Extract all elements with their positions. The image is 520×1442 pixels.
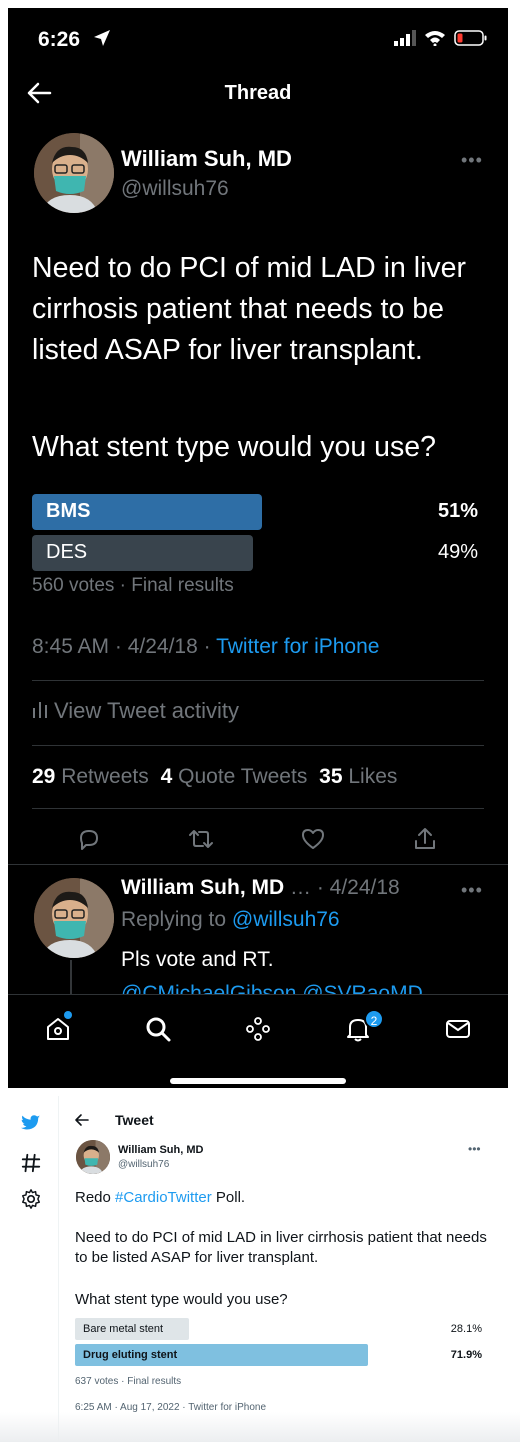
poll-option-label: Bare metal stent xyxy=(83,1323,164,1335)
reply-header: William Suh, MD … · 4/24/18 xyxy=(121,876,400,900)
likes-count: 35 xyxy=(319,765,343,788)
status-time: 6:26 xyxy=(38,28,81,51)
status-icons xyxy=(394,30,488,51)
notification-badge: 2 xyxy=(364,1009,384,1029)
more-options-icon[interactable]: ••• xyxy=(461,150,483,171)
poll-option: Bare metal stent 28.1% xyxy=(75,1318,482,1340)
divider xyxy=(32,745,484,746)
tweet-text: Need to do PCI of mid LAD in liver cirrh… xyxy=(32,252,467,366)
divider xyxy=(32,808,484,809)
divider xyxy=(8,864,508,865)
poll-option: DES 49% xyxy=(32,535,478,571)
reply-avatar[interactable] xyxy=(34,878,114,958)
poll-meta: 560 votes · Final results xyxy=(32,575,234,596)
replying-handle[interactable]: @willsuh76 xyxy=(232,908,340,931)
nav-bar: Thread xyxy=(8,72,508,116)
hashtag-icon[interactable] xyxy=(20,1152,42,1174)
page-title: Tweet xyxy=(115,1112,154,1128)
reply-date: … · 4/24/18 xyxy=(284,876,400,899)
author-name[interactable]: William Suh, MD xyxy=(118,1144,203,1156)
status-bar: 6:26 xyxy=(8,8,508,68)
hashtag-link[interactable]: #CardioTwitter xyxy=(115,1189,212,1206)
home-unread-dot xyxy=(64,1011,72,1019)
poll-option: Drug eluting stent 71.9% xyxy=(75,1344,482,1366)
quotes-count: 4 xyxy=(160,765,173,788)
page-title: Thread xyxy=(224,82,292,104)
tab-bar: 2 xyxy=(8,994,508,1088)
poll-option-percent: 28.1% xyxy=(450,1323,482,1335)
tweet-actions xyxy=(8,820,508,860)
poll-option: BMS 51% xyxy=(32,494,478,530)
cellular-signal-icon xyxy=(394,30,416,51)
intro-suffix: Poll. xyxy=(211,1189,246,1206)
activity-bars-icon xyxy=(32,698,48,724)
tweet-source-link[interactable]: Twitter for iPhone xyxy=(216,635,379,658)
author-handle[interactable]: @willsuh76 xyxy=(118,1159,169,1170)
home-icon[interactable] xyxy=(44,1015,72,1043)
tweet-intro: Redo #CardioTwitter Poll. xyxy=(75,1188,495,1208)
author-name[interactable]: William Suh, MD xyxy=(121,146,292,172)
thread-line xyxy=(70,960,72,994)
poll-option-label: BMS xyxy=(46,500,91,522)
timestamp-text: 8:45 AM · 4/24/18 · xyxy=(32,635,217,658)
share-icon[interactable] xyxy=(412,826,438,852)
intro-prefix: Redo xyxy=(75,1189,116,1206)
location-arrow-icon xyxy=(92,28,112,48)
poll-option-percent: 71.9% xyxy=(450,1349,482,1361)
reply-more-options-icon[interactable]: ••• xyxy=(461,880,483,901)
tweet-text: Need to do PCI of mid LAD in liver cirrh… xyxy=(75,1229,487,1266)
tweet-timestamp: 8:45 AM · 4/24/18 · Twitter for iPhone xyxy=(32,635,379,659)
home-indicator xyxy=(170,1078,346,1084)
reply-author-name[interactable]: William Suh, MD xyxy=(121,876,284,899)
reply-mentions[interactable]: @CMichaelGibson @SVRaoMD xyxy=(121,980,423,994)
reply-icon[interactable] xyxy=(76,826,102,852)
quote-tweets-stat[interactable]: 4 Quote Tweets xyxy=(161,765,308,788)
author-handle[interactable]: @willsuh76 xyxy=(121,177,229,201)
poll-option-label: DES xyxy=(46,541,88,563)
poll-option-percent: 49% xyxy=(437,541,478,563)
view-tweet-activity[interactable]: View Tweet activity xyxy=(32,698,239,724)
engagement-stats: 29 Retweets 4 Quote Tweets 35 Likes xyxy=(32,765,397,789)
view-activity-label: View Tweet activity xyxy=(54,698,240,723)
likes-label: Likes xyxy=(348,765,398,788)
twitter-logo-icon[interactable] xyxy=(20,1112,42,1134)
divider xyxy=(32,680,484,681)
messages-icon[interactable] xyxy=(444,1015,472,1043)
wifi-icon xyxy=(424,30,446,51)
sidebar-divider xyxy=(58,1096,59,1442)
web-tweet-screenshot: Tweet William Suh, MD @willsuh76 ••• Red… xyxy=(0,1096,520,1442)
like-icon[interactable] xyxy=(300,826,326,852)
reply-text: Pls vote and RT. xyxy=(121,948,274,971)
tweet-question: What stent type would you use? xyxy=(32,431,436,463)
avatar[interactable] xyxy=(76,1140,110,1174)
mobile-thread-screenshot: 6:26 Thread William Suh, MD @willsuh76 •… xyxy=(8,8,508,1088)
spaces-icon[interactable] xyxy=(244,1015,272,1043)
retweets-count: 29 xyxy=(32,765,56,788)
replying-to: Replying to @willsuh76 xyxy=(121,908,340,932)
settings-icon[interactable] xyxy=(20,1188,42,1210)
likes-stat[interactable]: 35 Likes xyxy=(319,765,397,788)
battery-low-icon xyxy=(454,30,488,51)
poll-meta: 637 votes · Final results xyxy=(75,1376,182,1387)
replying-prefix: Replying to xyxy=(121,908,232,931)
avatar[interactable] xyxy=(34,133,114,213)
tweet-question: What stent type would you use? xyxy=(75,1291,288,1308)
bottom-fade xyxy=(0,1412,520,1442)
back-arrow-icon[interactable] xyxy=(74,1112,90,1128)
retweets-stat[interactable]: 29 Retweets xyxy=(32,765,149,788)
more-options-icon[interactable]: ••• xyxy=(468,1142,481,1156)
search-icon[interactable] xyxy=(144,1015,172,1043)
retweets-label: Retweets xyxy=(61,765,149,788)
quotes-label: Quote Tweets xyxy=(178,765,308,788)
poll-option-percent: 51% xyxy=(437,500,478,522)
poll-option-label: Drug eluting stent xyxy=(83,1349,178,1361)
retweet-icon[interactable] xyxy=(188,826,214,852)
